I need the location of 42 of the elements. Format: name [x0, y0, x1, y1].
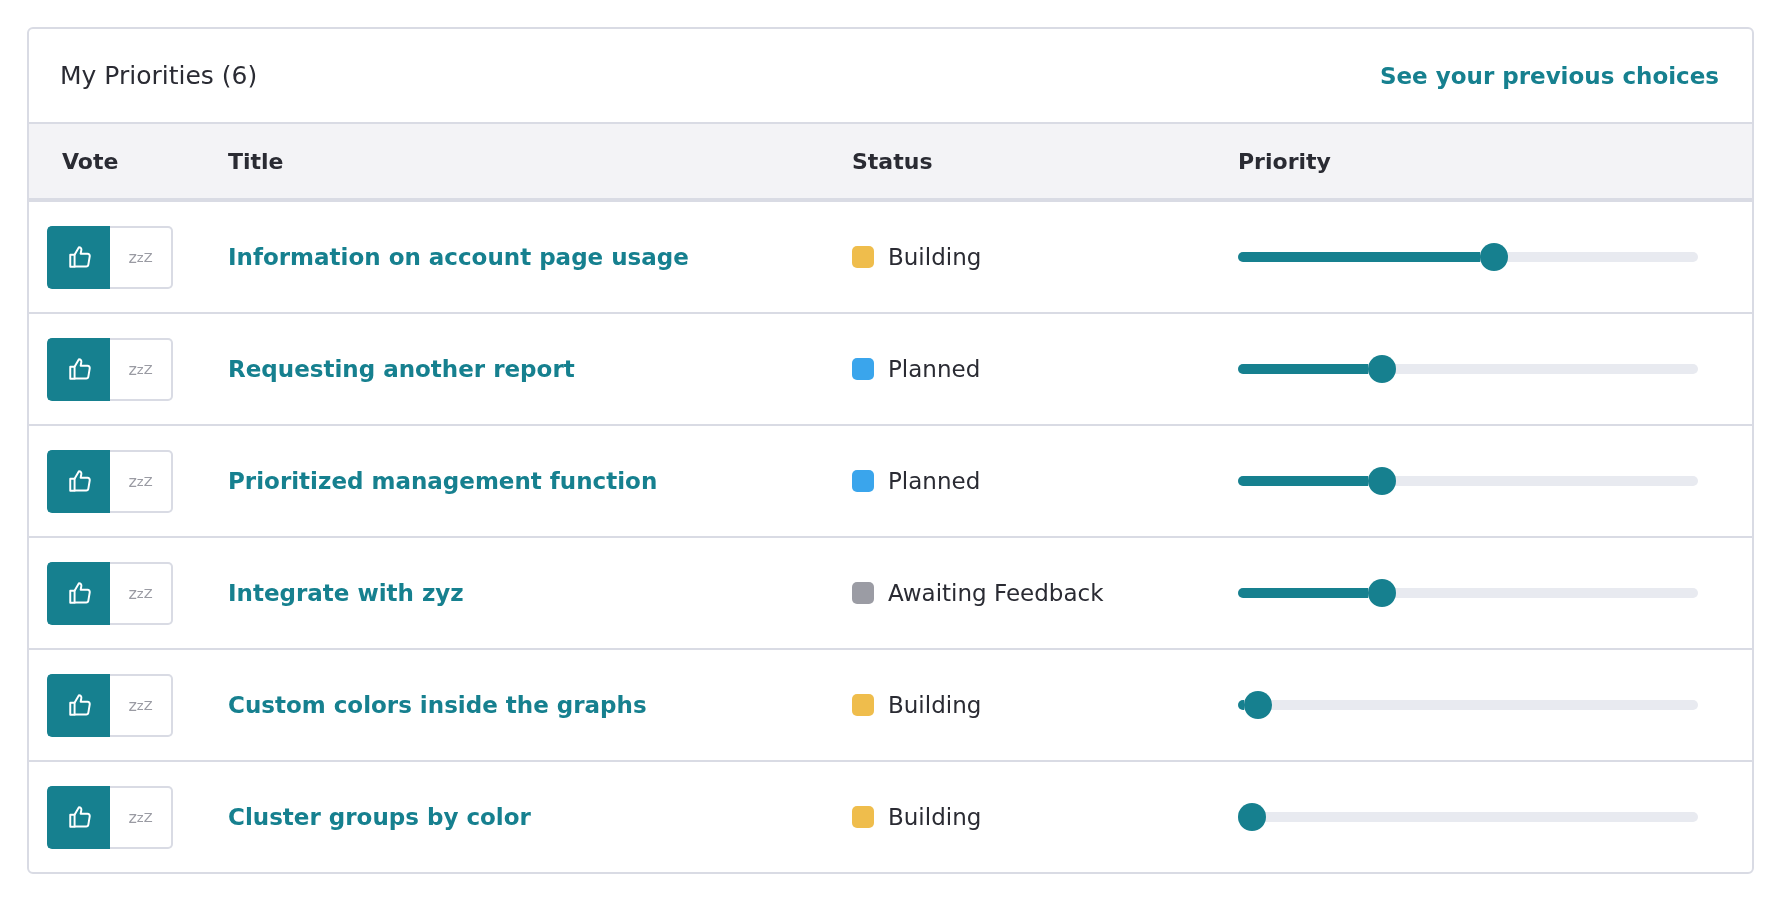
thumbs-up-icon [66, 244, 93, 270]
upvote-button[interactable] [47, 449, 110, 513]
upvote-button[interactable] [47, 785, 110, 849]
card-title: My Priorities (6) [60, 61, 258, 90]
slider-thumb[interactable] [1367, 579, 1396, 607]
column-header: Status [852, 148, 934, 174]
item-title-link[interactable]: Cluster groups by color [228, 804, 531, 830]
priority-slider[interactable] [1238, 803, 1698, 831]
slider-thumb[interactable] [1367, 467, 1396, 495]
priority-slider[interactable] [1238, 243, 1698, 271]
slider-thumb[interactable] [1367, 355, 1396, 383]
item-title-link[interactable]: Prioritized management function [228, 468, 658, 494]
priority-slider[interactable] [1238, 691, 1698, 719]
column-header: Priority [1238, 148, 1332, 174]
column-header: Title [228, 148, 285, 174]
thumbs-up-icon [66, 692, 93, 718]
priority-slider[interactable] [1238, 355, 1698, 383]
previous-choices-link[interactable]: See your previous choices [1379, 62, 1719, 89]
upvote-button[interactable] [47, 673, 110, 737]
item-title-link[interactable]: Requesting another report [228, 356, 575, 382]
thumbs-up-icon [66, 804, 93, 830]
column-header: Vote [62, 148, 120, 174]
status-label: Building [888, 804, 982, 830]
thumbs-up-icon [66, 468, 93, 494]
status-label: Planned [888, 468, 981, 494]
status-label: Planned [888, 356, 981, 382]
priority-slider[interactable] [1238, 579, 1698, 607]
slider-thumb[interactable] [1238, 803, 1266, 831]
upvote-button[interactable] [47, 561, 110, 625]
thumbs-up-icon [66, 356, 93, 382]
status-label: Building [888, 244, 982, 270]
item-title-link[interactable]: Information on account page usage [228, 244, 689, 270]
status-label: Awaiting Feedback [888, 580, 1104, 606]
priority-slider[interactable] [1238, 467, 1698, 495]
slider-thumb[interactable] [1479, 243, 1508, 271]
slider-thumb[interactable] [1244, 691, 1273, 719]
upvote-button[interactable] [47, 225, 110, 289]
upvote-button[interactable] [47, 337, 110, 401]
item-title-link[interactable]: Custom colors inside the graphs [228, 692, 647, 718]
status-label: Building [888, 692, 982, 718]
item-title-link[interactable]: Integrate with zyz [228, 580, 464, 606]
thumbs-up-icon [66, 580, 93, 606]
